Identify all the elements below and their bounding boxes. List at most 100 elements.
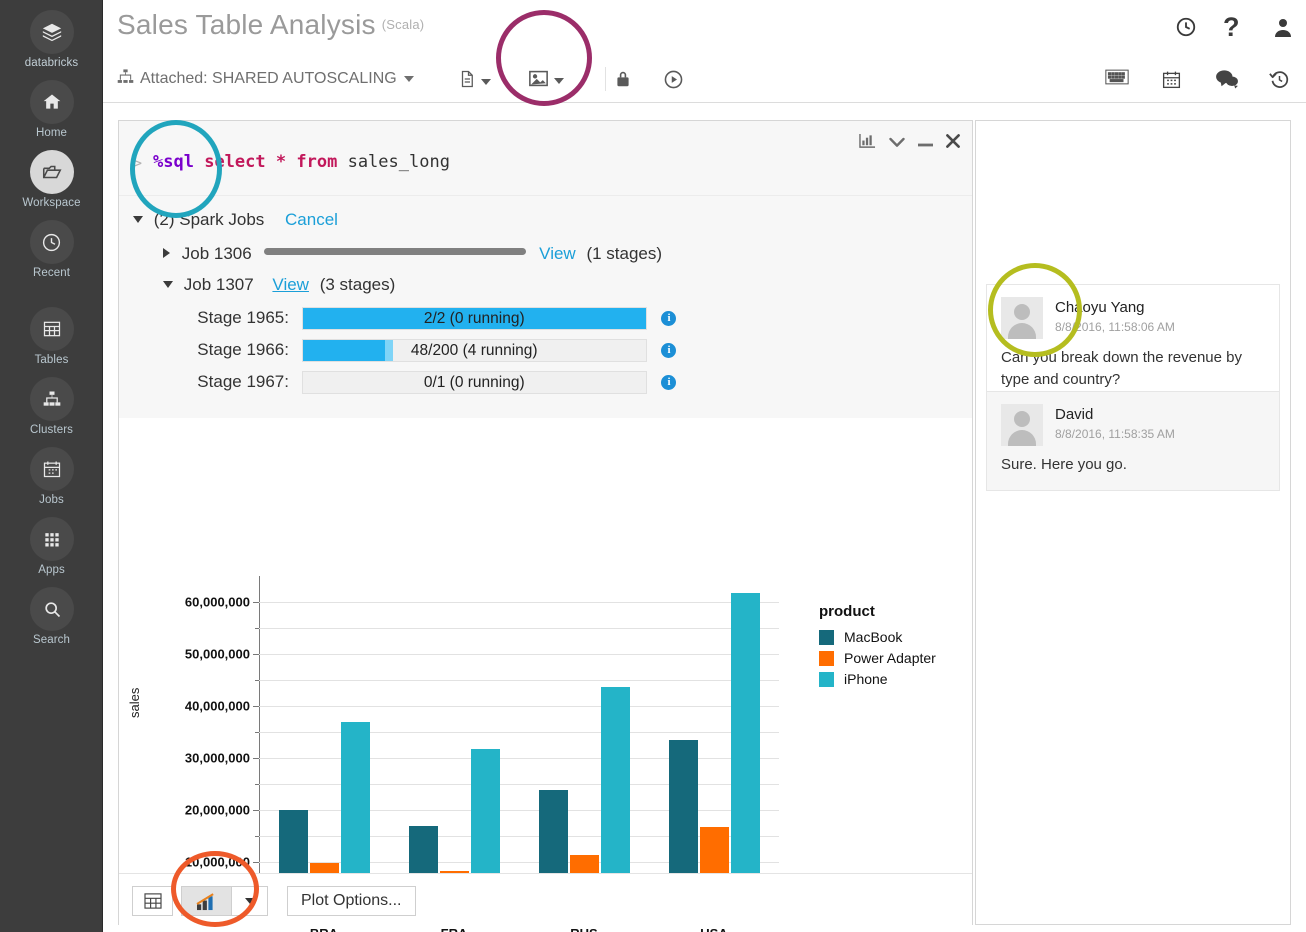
chart-bar-icon[interactable] — [859, 133, 876, 154]
image-picture-icon — [528, 69, 549, 93]
comment-timestamp: 8/8/2016, 11:58:35 AM — [1055, 427, 1175, 441]
sidebar-label-home: Home — [0, 127, 103, 139]
toolbar-divider — [605, 67, 606, 91]
view-menu-button[interactable] — [528, 69, 564, 93]
sidebar-item-home[interactable]: Home — [0, 80, 103, 139]
y-tick-mark-minor — [255, 680, 259, 681]
sidebar-item-workspace[interactable]: Workspace — [0, 150, 103, 209]
help-question-icon[interactable]: ? — [1223, 16, 1240, 38]
chart-view-button[interactable] — [181, 886, 232, 916]
x-tick-label: FRA — [414, 926, 494, 932]
chart-legend-items: MacBook Power Adapter iPhone — [819, 629, 936, 687]
spark-jobs-panel: (2) Spark Jobs Cancel Job 1306 View (1 s… — [119, 196, 972, 418]
stage-progress-bar: 2/2 (0 running) — [302, 307, 647, 330]
file-doc-icon — [458, 69, 476, 94]
comment-author: Chaoyu Yang — [1055, 299, 1175, 316]
y-tick-label: 20,000,000 — [185, 803, 250, 818]
stage-info-icon[interactable]: i — [661, 375, 676, 390]
comment-meta: David 8/8/2016, 11:58:35 AM — [1055, 404, 1175, 446]
grid-dots-glyph — [42, 529, 62, 549]
minimize-dash-icon[interactable] — [918, 135, 933, 153]
notebook-toolbar: Attached: SHARED AUTOSCALING — [103, 58, 1306, 103]
job-row-1306[interactable]: Job 1306 View (1 stages) — [163, 244, 662, 264]
job-row-1307[interactable]: Job 1307 View (3 stages) — [163, 275, 395, 295]
sidebar-item-apps[interactable]: Apps — [0, 517, 103, 576]
legend-item[interactable]: iPhone — [819, 671, 936, 687]
chart-type-dropdown[interactable] — [232, 886, 268, 916]
comments-icon[interactable] — [1215, 69, 1239, 89]
table-view-button[interactable] — [132, 886, 173, 916]
run-all-button[interactable] — [663, 69, 684, 95]
bar-USA-iphone[interactable] — [731, 593, 760, 914]
calendar-glyph — [42, 459, 62, 479]
stage-label: Stage 1966: — [189, 340, 289, 360]
y-tick-mark-minor — [255, 732, 259, 733]
notebook-title-text: Sales Table Analysis — [117, 9, 376, 40]
run-play-icon — [663, 69, 684, 95]
cluster-attach-dropdown[interactable]: Attached: SHARED AUTOSCALING — [117, 68, 414, 90]
cancel-link[interactable]: Cancel — [285, 210, 338, 229]
legend-label: MacBook — [844, 629, 902, 645]
avatar-head-shape — [1014, 411, 1030, 427]
legend-item[interactable]: MacBook — [819, 629, 936, 645]
comment-timestamp: 8/8/2016, 11:58:06 AM — [1055, 320, 1175, 334]
keyboard-shortcuts-icon[interactable] — [1105, 69, 1129, 85]
y-tick-mark — [253, 602, 259, 603]
triangle-down-icon[interactable] — [163, 281, 173, 288]
schedule-calendar-icon[interactable] — [1161, 69, 1182, 90]
revision-history-glyph — [1269, 69, 1290, 90]
job-view-link[interactable]: View — [272, 275, 309, 294]
y-tick-mark-minor — [255, 628, 259, 629]
sidebar-item-search[interactable]: Search — [0, 587, 103, 646]
triangle-down-icon[interactable] — [133, 216, 143, 223]
minimize-dash-glyph — [918, 142, 933, 148]
close-x-icon[interactable] — [946, 134, 960, 153]
sidebar-label-jobs: Jobs — [0, 494, 103, 506]
stage-info-icon[interactable]: i — [661, 343, 676, 358]
sidebar-item-recent[interactable]: Recent — [0, 220, 103, 279]
chart-plot-area: 010,000,00020,000,00030,000,00040,000,00… — [259, 576, 779, 914]
table-grid-glyph — [42, 319, 62, 339]
chart-legend: product MacBookPower AdapteriPhone — [819, 603, 936, 692]
sidebar-item-clusters[interactable]: Clusters — [0, 377, 103, 436]
folder-glyph — [41, 161, 63, 183]
sidebar-item-tables[interactable]: Tables — [0, 307, 103, 366]
databricks-logo-icon — [30, 10, 74, 54]
plot-options-button[interactable]: Plot Options... — [287, 886, 416, 916]
file-menu-button[interactable] — [458, 69, 491, 94]
code-token-star: * — [276, 152, 286, 172]
sidebar-item-databricks[interactable]: databricks — [0, 10, 103, 69]
legend-item[interactable]: Power Adapter — [819, 650, 936, 666]
job-stages-count: (3 stages) — [320, 275, 396, 294]
code-editor[interactable]: %sql select * from sales_long — [153, 152, 450, 172]
y-tick-label: 40,000,000 — [185, 699, 250, 714]
gridline-major — [259, 602, 779, 603]
sidebar-item-jobs[interactable]: Jobs — [0, 447, 103, 506]
legend-swatch — [819, 672, 834, 687]
notebook-language: (Scala) — [382, 17, 425, 32]
user-account-icon[interactable] — [1271, 16, 1295, 45]
history-clock-icon[interactable] — [1175, 16, 1197, 43]
job-stages-count: (1 stages) — [586, 244, 662, 263]
legend-label: Power Adapter — [844, 650, 936, 666]
revision-history-icon[interactable] — [1269, 69, 1290, 90]
code-cell[interactable]: > %sql select * from sales_long — [119, 121, 972, 196]
spark-jobs-header[interactable]: (2) Spark Jobs Cancel — [133, 210, 338, 230]
permissions-button[interactable] — [615, 69, 631, 94]
y-tick-mark-minor — [255, 784, 259, 785]
left-sidebar: databricks Home Workspace — [0, 0, 103, 932]
comments-panel: Chaoyu Yang 8/8/2016, 11:58:06 AM Can yo… — [975, 120, 1291, 925]
table-grid-icon — [144, 893, 162, 909]
chart-output: sales 010,000,00020,000,00030,000,00040,… — [119, 418, 972, 873]
stage-info-icon[interactable]: i — [661, 311, 676, 326]
triangle-right-icon[interactable] — [163, 248, 170, 258]
home-glyph — [42, 92, 62, 112]
stage-label: Stage 1965: — [189, 308, 289, 328]
chevron-down-icon[interactable] — [889, 135, 905, 153]
comment-author: David — [1055, 406, 1175, 423]
x-tick-label: BRA — [284, 926, 364, 932]
stage-row: Stage 1967: 0/1 (0 running) i — [189, 371, 676, 394]
job-view-link[interactable]: View — [539, 244, 576, 263]
comment-item: Chaoyu Yang 8/8/2016, 11:58:06 AM Can yo… — [986, 284, 1280, 405]
legend-swatch — [819, 630, 834, 645]
